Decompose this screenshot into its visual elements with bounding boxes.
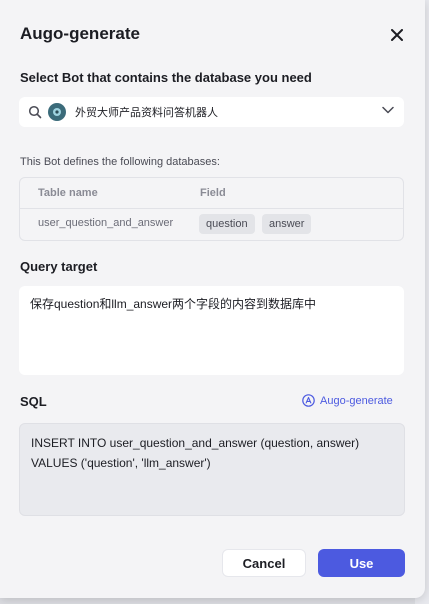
bot-select-dropdown[interactable]: 外贸大师产品资料问答机器人 <box>19 97 404 127</box>
close-icon <box>391 29 403 41</box>
table-header: Table name Field <box>20 178 403 209</box>
search-icon <box>28 105 42 119</box>
field-tag: question <box>199 214 255 234</box>
query-target-input[interactable]: 保存question和llm_answer两个字段的内容到数据库中 <box>19 286 404 375</box>
sql-label: SQL <box>20 394 47 409</box>
auto-generate-dialog: Augo-generate Select Bot that contains t… <box>0 0 425 598</box>
bot-avatar <box>48 103 66 121</box>
sql-line: INSERT INTO user_question_and_answer (qu… <box>31 436 360 450</box>
field-tag: answer <box>262 214 312 234</box>
chevron-down-icon <box>382 106 394 114</box>
use-button[interactable]: Use <box>318 549 405 577</box>
auto-generate-label: Augo-generate <box>320 394 393 407</box>
database-table: Table name Field user_question_and_answe… <box>19 177 404 241</box>
cancel-button[interactable]: Cancel <box>222 549 306 577</box>
bot-select-label: Select Bot that contains the database yo… <box>20 70 312 85</box>
auto-generate-icon <box>302 394 315 407</box>
sql-editor[interactable]: INSERT INTO user_question_and_answer (qu… <box>19 423 405 516</box>
selected-bot-name: 外贸大师产品资料问答机器人 <box>75 107 218 119</box>
column-header-table-name: Table name <box>38 187 98 199</box>
close-button[interactable] <box>386 24 408 46</box>
dialog-title: Augo-generate <box>20 24 140 43</box>
column-header-field: Field <box>200 187 226 199</box>
database-description: This Bot defines the following databases… <box>20 156 220 168</box>
auto-generate-link[interactable]: Augo-generate <box>302 394 393 407</box>
sql-line: VALUES ('question', 'llm_answer') <box>31 456 211 470</box>
table-name-cell: user_question_and_answer <box>38 217 174 229</box>
query-target-label: Query target <box>20 259 98 274</box>
